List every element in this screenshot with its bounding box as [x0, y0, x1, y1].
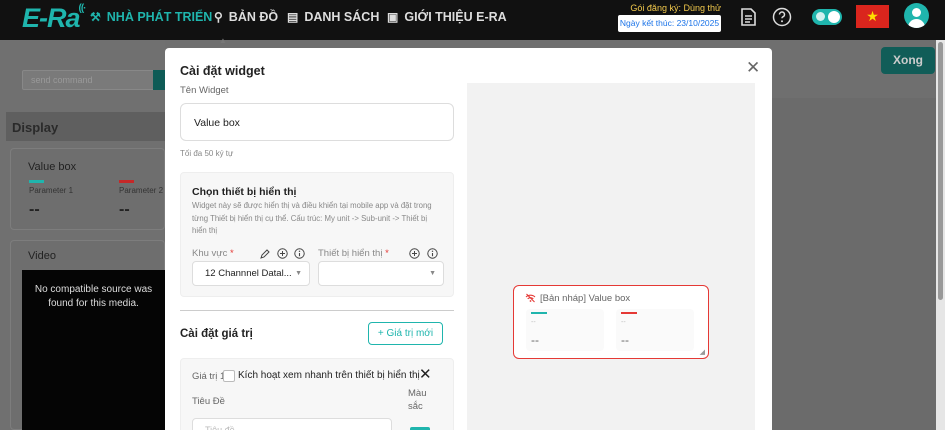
- theme-toggle[interactable]: [812, 9, 842, 25]
- expiry-badge: Ngày kết thúc: 23/10/2025: [618, 15, 721, 32]
- preview-cell-1-value: --: [531, 333, 539, 347]
- valuebox-card-title: Value box: [28, 161, 77, 173]
- value-1-label: Giá trị 1: [192, 371, 226, 382]
- preview-title: [Bản nháp] Value box: [540, 293, 631, 304]
- widget-name-hint: Tối đa 50 ký tự: [180, 149, 234, 158]
- preview-cell-2: -- --: [616, 309, 694, 351]
- era-logo[interactable]: E-Ra ((·: [22, 3, 87, 34]
- dashboard-grid-area: [772, 98, 945, 430]
- param2-label: Parameter 2: [119, 186, 164, 195]
- chevron-down-icon: ▼: [429, 270, 436, 277]
- display-device-title: Chọn thiết bị hiển thị: [192, 186, 297, 198]
- widget-name-label: Tên Widget: [180, 85, 229, 96]
- param1-color-bar: [29, 180, 44, 183]
- display-device-label: Thiết bị hiển thị *: [318, 248, 389, 259]
- resize-handle-icon[interactable]: ◢: [700, 348, 705, 356]
- nav-about-label: GIỚI THIỆU E-RA: [404, 10, 507, 24]
- moon-icon: [816, 12, 825, 21]
- area-select-value: 12 Channnel Datal...: [205, 268, 292, 279]
- widget-settings-modal: Cài đặt widget ✕ Tên Widget Value box Tố…: [165, 48, 772, 430]
- video-card-title: Video: [28, 250, 56, 262]
- info-doc-icon: ▣: [387, 10, 399, 24]
- wifi-icon: ((·: [78, 3, 87, 14]
- param2-color-bar: [119, 180, 134, 183]
- value-settings-title: Cài đặt giá trị: [180, 328, 253, 340]
- map-pin-icon: ⚲: [214, 10, 223, 24]
- section-divider: [180, 310, 454, 311]
- nav-map-label: BẢN ĐỒ: [228, 10, 279, 24]
- close-icon[interactable]: ✕: [746, 58, 760, 78]
- nav-list[interactable]: ▤ DANH SÁCH: [287, 10, 379, 24]
- title-field-input[interactable]: Tiêu đề: [192, 418, 392, 430]
- required-mark: *: [230, 248, 234, 259]
- nav-developer-label: NHÀ PHÁT TRIỂN: [106, 10, 213, 24]
- value-1-section: Giá trị 1 Kích hoạt xem nhanh trên thiết…: [180, 358, 454, 430]
- avatar-body: [908, 19, 925, 28]
- preview-cell-1-bar: [531, 312, 547, 314]
- preview-cell-1-label: --: [531, 319, 536, 326]
- widget-name-input[interactable]: Value box: [180, 103, 454, 141]
- color-label: Màu sắc: [408, 388, 427, 412]
- preview-cell-2-value: --: [621, 333, 629, 347]
- edit-icon[interactable]: [260, 249, 270, 259]
- display-device-section: Chọn thiết bị hiển thị Widget này sẽ đượ…: [180, 172, 454, 297]
- document-icon[interactable]: [739, 7, 757, 27]
- add-circle-icon[interactable]: [277, 248, 288, 259]
- top-nav-bar: E-Ra ((· ⚒ NHÀ PHÁT TRIỂN ⚲ BẢN ĐỒ ▤ DAN…: [0, 0, 945, 40]
- add-value-button[interactable]: + Giá trị mới: [368, 322, 443, 345]
- nav-about[interactable]: ▣ GIỚI THIỆU E-RA: [387, 10, 507, 24]
- preview-cell-1: -- --: [526, 309, 604, 351]
- nav-map[interactable]: ⚲ BẢN ĐỒ: [214, 10, 278, 24]
- video-player[interactable]: No compatible source was found for this …: [22, 270, 165, 430]
- required-mark: *: [385, 248, 389, 259]
- done-button[interactable]: Xong: [881, 47, 935, 74]
- quick-view-label: Kích hoạt xem nhanh trên thiết bị hiển t…: [238, 370, 420, 381]
- widget-preview-area: [Bản nháp] Value box -- -- -- -- ◢: [467, 83, 755, 430]
- info-icon[interactable]: [427, 248, 438, 259]
- quick-view-checkbox[interactable]: [223, 370, 235, 382]
- area-label-text: Khu vực: [192, 248, 228, 259]
- info-icon[interactable]: [294, 248, 305, 259]
- caret-up-icon: ▲: [219, 36, 227, 45]
- remove-value-icon[interactable]: ✕: [419, 365, 432, 383]
- area-label: Khu vực *: [192, 248, 234, 259]
- param1-value: --: [29, 201, 40, 218]
- wifi-off-icon: [525, 293, 536, 305]
- list-icon: ▤: [287, 10, 299, 24]
- title-field-label: Tiêu Đề: [192, 396, 225, 407]
- help-icon[interactable]: [772, 7, 792, 27]
- vietnam-flag-icon[interactable]: ★: [856, 5, 889, 28]
- logo-text: E-Ra: [22, 3, 81, 33]
- scrollbar-thumb[interactable]: [938, 42, 943, 300]
- wrench-icon: ⚒: [90, 10, 101, 24]
- nav-developer[interactable]: ⚒ NHÀ PHÁT TRIỂN: [90, 10, 212, 24]
- display-device-description: Widget này sẽ được hiển thị và điều khiể…: [192, 201, 432, 235]
- preview-cell-2-bar: [621, 312, 637, 314]
- trial-label: Gói đăng ký: Dùng thử: [630, 3, 721, 13]
- send-command-button[interactable]: [153, 70, 165, 90]
- preview-cell-2-label: --: [621, 319, 626, 326]
- send-command-input[interactable]: send command: [22, 70, 157, 90]
- display-device-select[interactable]: ▼: [318, 261, 444, 286]
- avatar-head: [912, 8, 921, 17]
- nav-list-label: DANH SÁCH: [304, 10, 380, 24]
- display-heading: Display: [6, 112, 165, 141]
- preview-widget[interactable]: [Bản nháp] Value box -- -- -- -- ◢: [513, 285, 709, 359]
- modal-title: Cài đặt widget: [180, 64, 265, 78]
- chevron-down-icon: ▼: [295, 270, 302, 277]
- display-device-label-text: Thiết bị hiển thị: [318, 248, 383, 259]
- page-scrollbar[interactable]: [936, 40, 945, 430]
- param2-value: --: [119, 201, 130, 218]
- user-avatar[interactable]: [904, 3, 929, 28]
- param1-label: Parameter 1: [29, 186, 74, 195]
- add-circle-icon[interactable]: [409, 248, 420, 259]
- area-select[interactable]: 12 Channnel Datal... ▼: [192, 261, 310, 286]
- flag-star: ★: [866, 8, 879, 24]
